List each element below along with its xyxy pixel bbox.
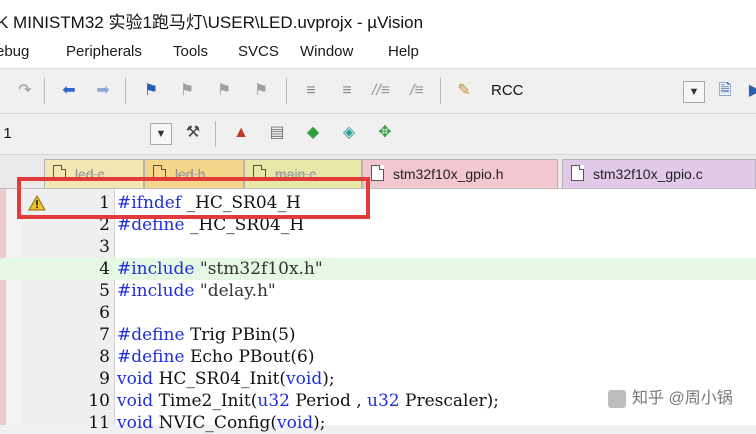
menu-debug[interactable]: ebug <box>0 43 29 60</box>
code-line[interactable]: 8 #define Echo PBout(6) <box>0 346 756 368</box>
code-text: #include "delay.h" <box>117 281 276 301</box>
redo-icon[interactable]: ↷ <box>14 80 36 102</box>
code-line[interactable]: 11 void NVIC_Config(void); <box>0 412 756 434</box>
toolbar-separator <box>125 78 126 104</box>
code-line[interactable]: 5 #include "delay.h" <box>0 280 756 302</box>
code-line[interactable]: 3 <box>0 236 756 258</box>
toolbar-separator <box>286 78 287 104</box>
unindent-icon[interactable]: ≡ <box>336 80 358 102</box>
find-icon[interactable]: 🗎 <box>714 80 736 102</box>
navigate-forward-icon[interactable]: ➡ <box>92 80 114 102</box>
watermark-text: 知乎 @周小锅 <box>632 390 733 407</box>
indent-icon[interactable]: ≡ <box>300 80 322 102</box>
menu-peripherals[interactable]: Peripherals <box>66 43 142 60</box>
menu-help[interactable]: Help <box>388 43 419 60</box>
title-bar: K MINISTM32 实验1跑马灯\USER\LED.uvprojx - µV… <box>0 0 756 36</box>
code-text: void NVIC_Config(void); <box>117 413 326 433</box>
uncomment-icon[interactable]: /≡ <box>406 80 428 102</box>
bookmark-next-icon[interactable]: ⚑ <box>213 80 235 102</box>
line-number: 8 <box>99 347 110 367</box>
file-icon <box>571 165 584 181</box>
manage-project-items-icon[interactable]: ▲ <box>230 122 252 144</box>
line-number: 10 <box>88 391 110 411</box>
line-number: 7 <box>99 325 110 345</box>
menu-window[interactable]: Window <box>300 43 353 60</box>
file-icon <box>371 165 384 181</box>
tab-stm32f10x-gpio-h[interactable]: stm32f10x_gpio.h <box>362 159 558 188</box>
toolbar-separator <box>44 78 45 104</box>
annotation-highlight-box <box>17 177 370 219</box>
code-line[interactable]: 4 #include "stm32f10x.h" <box>0 258 756 280</box>
code-line[interactable]: 7 #define Trig PBin(5) <box>0 324 756 346</box>
code-text: #include "stm32f10x.h" <box>117 259 323 279</box>
run-time-environment-icon[interactable]: ✥ <box>374 122 396 144</box>
line-number: 6 <box>99 303 110 323</box>
line-number: 4 <box>99 259 110 279</box>
target-dropdown-arrow[interactable]: ▼ <box>150 123 172 145</box>
tab-label: stm32f10x_gpio.c <box>593 166 703 182</box>
manage-components-icon[interactable]: ▤ <box>266 122 288 144</box>
find-text-field[interactable]: RCC <box>491 82 524 99</box>
navigate-back-icon[interactable]: ⬅ <box>58 80 80 102</box>
line-number: 9 <box>99 369 110 389</box>
bookmark-toggle-icon[interactable]: ⚑ <box>140 80 162 102</box>
menu-tools[interactable]: Tools <box>173 43 208 60</box>
pack-installer-icon[interactable]: ◈ <box>338 122 360 144</box>
find-in-files-icon[interactable]: ✎ <box>453 80 475 102</box>
line-number: 5 <box>99 281 110 301</box>
menu-svcs[interactable]: SVCS <box>238 43 279 60</box>
bookmark-prev-icon[interactable]: ⚑ <box>176 80 198 102</box>
watermark: 知乎 @周小锅 <box>608 384 733 408</box>
window-title: K MINISTM32 实验1跑马灯\USER\LED.uvprojx - µV… <box>0 13 424 32</box>
comment-icon[interactable]: //≡ <box>370 80 392 102</box>
target-select[interactable]: t 1 <box>0 125 12 142</box>
toolbar-separator <box>215 121 216 147</box>
target-options-icon[interactable]: ⚒ <box>182 122 204 144</box>
debug-session-icon[interactable]: ▶ <box>744 80 756 102</box>
line-number: 3 <box>99 237 110 257</box>
toolbar-build: t 1 ▼ ⚒ ▲ ▤ ◆ ◈ ✥ <box>0 114 756 155</box>
tab-stm32f10x-gpio-c[interactable]: stm32f10x_gpio.c <box>562 159 756 188</box>
code-line[interactable]: 6 <box>0 302 756 324</box>
line-number: 11 <box>88 413 110 433</box>
tab-label: stm32f10x_gpio.h <box>393 166 504 182</box>
find-dropdown-arrow[interactable]: ▼ <box>683 81 705 103</box>
code-text: void HC_SR04_Init(void); <box>117 369 335 389</box>
code-text: void Time2_Init(u32 Period , u32 Prescal… <box>117 391 500 411</box>
menu-bar: ebug Peripherals Tools SVCS Window Help <box>0 36 756 69</box>
zhihu-logo-icon <box>608 389 626 408</box>
select-packs-icon[interactable]: ◆ <box>302 122 324 144</box>
bookmark-clear-icon[interactable]: ⚑ <box>250 80 272 102</box>
code-text: #define Echo PBout(6) <box>117 347 315 367</box>
toolbar-main: ↷ ⬅ ➡ ⚑ ⚑ ⚑ ⚑ ≡ ≡ //≡ /≡ ✎ RCC ▼ 🗎 ▶ <box>0 69 756 114</box>
code-text: #define Trig PBin(5) <box>117 325 296 345</box>
toolbar-separator <box>440 78 441 104</box>
